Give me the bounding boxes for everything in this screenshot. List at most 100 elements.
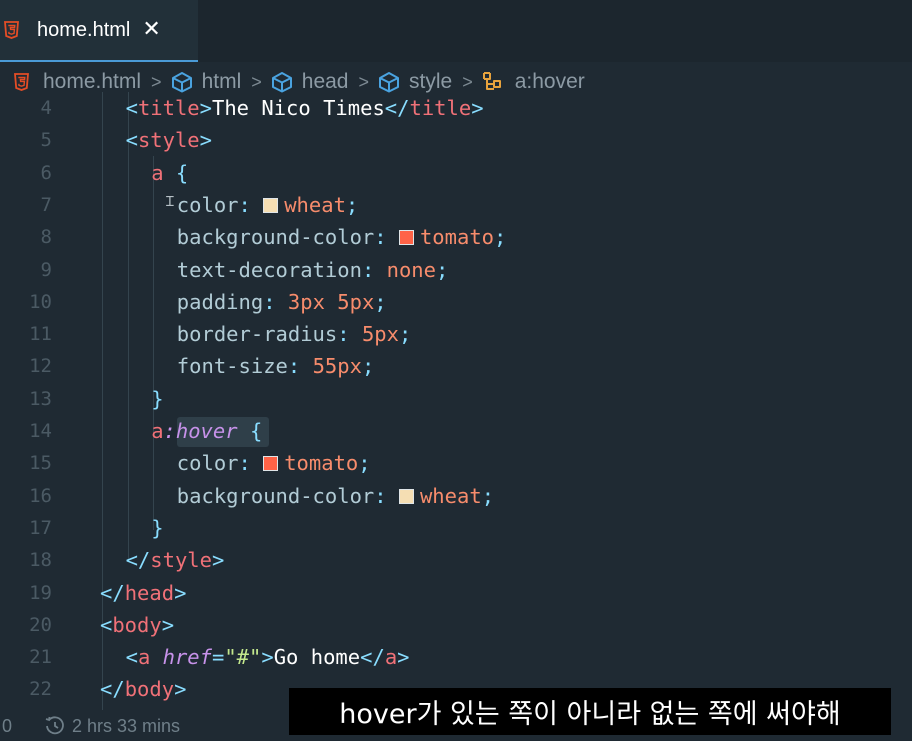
code-token: font-size bbox=[176, 354, 288, 379]
code-token: > bbox=[471, 96, 484, 120]
code-line[interactable]: 17} bbox=[0, 512, 912, 544]
code-text: <a href="#">Go home</a> bbox=[126, 641, 410, 673]
code-line[interactable]: 9 text-decoration: none; bbox=[0, 254, 912, 286]
breadcrumb-item-a-hover[interactable]: a:hover bbox=[481, 70, 585, 94]
code-token: > bbox=[199, 96, 212, 120]
code-line[interactable]: 4 <title>The Nico Times</title> bbox=[0, 92, 912, 124]
line-number: 12 bbox=[29, 355, 52, 378]
line-number: 4 bbox=[40, 97, 52, 119]
code-line[interactable]: 15 color: tomato; bbox=[0, 447, 912, 479]
code-token: : bbox=[238, 192, 264, 217]
code-token: < bbox=[125, 128, 138, 153]
breadcrumb-item-style[interactable]: style > bbox=[377, 70, 481, 94]
code-token: { bbox=[175, 160, 189, 185]
code-editor[interactable]: 4 <title>The Nico Times</title> 5 <style> 6 a… bbox=[0, 92, 912, 710]
code-token: title bbox=[137, 96, 200, 120]
code-token: < bbox=[125, 96, 138, 120]
tab-bar: home.html ✕ bbox=[0, 0, 912, 62]
color-swatch[interactable] bbox=[263, 456, 279, 472]
line-number: 8 bbox=[40, 226, 52, 249]
code-line[interactable]: 6 a { bbox=[0, 157, 912, 189]
close-icon[interactable]: ✕ bbox=[142, 19, 160, 41]
code-token: href bbox=[162, 645, 212, 670]
breadcrumb-item-html[interactable]: html > bbox=[170, 70, 270, 94]
code-token: : bbox=[361, 257, 387, 282]
code-line[interactable]: 18 </style> bbox=[0, 544, 912, 576]
cube-icon bbox=[170, 71, 194, 93]
code-token: = bbox=[212, 645, 225, 670]
code-line[interactable]: 8 background-color: tomato; bbox=[0, 221, 912, 253]
cube-icon bbox=[377, 71, 401, 93]
code-token: ; bbox=[494, 225, 507, 250]
code-line[interactable]: 13} bbox=[0, 383, 912, 415]
code-token: ; bbox=[398, 322, 412, 347]
code-token: > bbox=[174, 677, 187, 702]
code-line[interactable]: 5 <style> bbox=[0, 124, 912, 156]
line-number: 20 bbox=[29, 613, 52, 636]
breadcrumb-label: a:hover bbox=[514, 70, 585, 93]
text-cursor-icon: Ɪ bbox=[166, 194, 174, 210]
code-line[interactable]: 16 background-color: wheat; bbox=[0, 480, 912, 512]
code-line[interactable]: 21 <a href="#">Go home</a> bbox=[0, 641, 912, 673]
code-text: </style> bbox=[126, 544, 225, 576]
code-line[interactable]: 11 border-radius: 5px; bbox=[0, 318, 912, 350]
status-time: 2 hrs 33 mins bbox=[72, 716, 181, 736]
code-text: <style> bbox=[126, 124, 212, 156]
code-token: The Nico Times bbox=[212, 96, 385, 120]
code-token: { bbox=[249, 419, 263, 443]
code-token: background-color bbox=[176, 225, 375, 250]
line-number: 11 bbox=[29, 323, 52, 346]
code-token: : bbox=[238, 451, 264, 476]
color-swatch[interactable] bbox=[398, 230, 414, 246]
breadcrumb-label: html bbox=[201, 70, 242, 93]
code-text: <body> bbox=[100, 609, 174, 641]
breadcrumb-item-file[interactable]: home.html > bbox=[14, 70, 170, 94]
code-text: } bbox=[151, 512, 163, 544]
breadcrumb-label: home.html bbox=[43, 70, 142, 93]
chevron-right-icon: > bbox=[462, 71, 473, 92]
code-text: color: tomato; bbox=[177, 447, 371, 479]
line-number: 16 bbox=[29, 484, 52, 507]
line-number: 17 bbox=[29, 516, 52, 539]
line-number: 6 bbox=[40, 161, 52, 184]
code-token: ; bbox=[361, 354, 375, 379]
code-token: padding bbox=[176, 289, 264, 314]
line-number: 22 bbox=[29, 678, 52, 701]
code-token: a bbox=[137, 645, 151, 670]
code-token: a bbox=[151, 419, 164, 443]
code-line[interactable]: 14 a:hover { bbox=[0, 415, 912, 447]
line-number: 19 bbox=[29, 581, 52, 604]
line-number: 15 bbox=[29, 452, 52, 475]
code-line[interactable]: 20 <body> bbox=[0, 609, 912, 641]
color-swatch[interactable] bbox=[398, 488, 414, 504]
code-line[interactable]: 10 padding: 3px 5px; bbox=[0, 286, 912, 318]
code-token: ; bbox=[358, 451, 371, 476]
color-swatch[interactable] bbox=[263, 197, 279, 213]
code-token: ; bbox=[345, 192, 359, 217]
code-token: ; bbox=[436, 257, 449, 282]
breadcrumb-item-head[interactable]: head > bbox=[270, 70, 377, 94]
chevron-right-icon: > bbox=[251, 71, 262, 92]
code-text: </head> bbox=[100, 577, 186, 609]
code-text: <title>The Nico Times</title> bbox=[126, 92, 484, 124]
code-token: : bbox=[374, 483, 399, 508]
code-line[interactable]: 7 color: wheat; bbox=[0, 189, 912, 221]
code-line[interactable]: 19 </head> bbox=[0, 577, 912, 609]
code-token: border-radius bbox=[176, 322, 338, 347]
code-text: </body> bbox=[100, 673, 186, 705]
code-token: } bbox=[151, 386, 164, 411]
code-token: ; bbox=[481, 483, 495, 508]
code-token: none bbox=[386, 257, 436, 282]
code-line[interactable]: 12 font-size: 55px; bbox=[0, 350, 912, 382]
line-number: 9 bbox=[40, 258, 52, 281]
line-number: 5 bbox=[40, 129, 52, 152]
clock-icon bbox=[44, 716, 66, 741]
breadcrumb-label: style bbox=[409, 70, 453, 93]
tab-home-html[interactable]: home.html ✕ bbox=[0, 0, 198, 62]
code-token: title bbox=[409, 96, 472, 120]
code-text: text-decoration: none; bbox=[177, 254, 449, 286]
code-text: a { bbox=[151, 157, 188, 189]
code-token: </ bbox=[384, 96, 410, 120]
tab-label: home.html bbox=[37, 18, 131, 41]
